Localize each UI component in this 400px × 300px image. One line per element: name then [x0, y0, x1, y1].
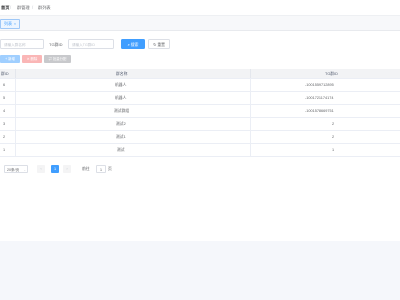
cell-id: 3 — [3, 122, 6, 126]
breadcrumb-home[interactable]: 首页 — [1, 5, 9, 11]
tg-id-input[interactable]: 请输入TG群ID — [68, 39, 114, 49]
cell-id: 4 — [3, 109, 6, 113]
plus-icon: + — [5, 57, 8, 61]
refresh-icon: ↻ — [153, 43, 157, 47]
group-name-input[interactable]: 请输入群名称 — [0, 39, 44, 49]
search-icon: ⌕ — [127, 43, 130, 47]
column-header-tgid: TG群ID — [325, 71, 338, 76]
page-size-value: 20条/页 — [7, 168, 20, 172]
goto-label: 前往 — [82, 167, 90, 171]
search-button-label: 搜索 — [130, 43, 139, 47]
add-button[interactable]: + 新增 — [0, 55, 20, 63]
content-panel: 请输入群名称 TG群ID 请输入TG群ID ⌕ 搜索 ↻ 重置 + 新增 ✕ 删… — [0, 31, 400, 241]
table-row[interactable]: 6 机器人 -1001559712895 — [0, 79, 400, 92]
page-size-select[interactable]: 20条/页 ⌄ — [4, 165, 28, 173]
cell-tgid: -1001559712895 — [305, 83, 334, 87]
prev-page-button[interactable]: ‹ — [37, 165, 45, 173]
table-row[interactable]: 2 测试1 2 — [0, 131, 400, 144]
column-divider — [15, 69, 16, 78]
chevron-down-icon: ⌄ — [23, 168, 26, 172]
chevron-right-icon: › — [66, 166, 68, 171]
tags-view: 列表 × — [0, 16, 400, 31]
cell-id: 2 — [3, 135, 6, 139]
table-header: 群ID 群名称 TG群ID — [0, 69, 400, 79]
next-page-button[interactable]: › — [63, 165, 71, 173]
cell-name: 测试 — [117, 148, 125, 152]
cell-id: 1 — [3, 148, 6, 152]
cell-tgid: 2 — [332, 135, 335, 139]
assign-icon: ⇄ — [48, 57, 52, 61]
main-content: 请输入群名称 TG群ID 请输入TG群ID ⌕ 搜索 ↻ 重置 + 新增 ✕ 删… — [0, 31, 400, 300]
add-button-label: 新增 — [8, 57, 15, 61]
cell-id: 6 — [3, 83, 6, 87]
breadcrumb-group-management[interactable]: 群管理 — [17, 5, 30, 11]
cell-id: 5 — [3, 96, 6, 100]
delete-button[interactable]: ✕ 删除 — [22, 55, 42, 63]
breadcrumb-separator: / — [10, 5, 12, 10]
chevron-left-icon: ‹ — [40, 166, 42, 171]
breadcrumb-group-list: 群列表 — [38, 5, 51, 10]
cell-name: 测试群组 — [114, 109, 130, 113]
breadcrumb-separator: / — [32, 5, 34, 10]
breadcrumb: 首页 / 群管理 / 群列表 — [0, 0, 400, 16]
trash-icon: ✕ — [26, 57, 30, 61]
page-unit-label: 页 — [108, 167, 112, 171]
goto-page-input[interactable]: 1 — [96, 165, 106, 173]
table-row[interactable]: 4 测试群组 -1001578669751 — [0, 105, 400, 118]
column-divider — [250, 69, 251, 78]
cell-tgid: -1001721174174 — [305, 96, 334, 100]
batch-assign-button-label: 批量分配 — [52, 57, 67, 61]
reset-button[interactable]: ↻ 重置 — [148, 39, 170, 49]
tag-label: 列表 — [4, 21, 12, 26]
cell-tgid: -1001578669751 — [305, 109, 334, 113]
delete-button-label: 删除 — [30, 57, 38, 61]
table-row[interactable]: 1 测试 1 — [0, 144, 400, 157]
reset-button-label: 重置 — [157, 43, 165, 47]
page-number-current[interactable]: 1 — [51, 165, 59, 173]
table-row[interactable]: 5 机器人 -1001721174174 — [0, 92, 400, 105]
column-header-id: 群ID — [1, 71, 9, 76]
cell-name: 机器人 — [115, 96, 127, 100]
search-button[interactable]: ⌕ 搜索 — [121, 39, 145, 49]
cell-name: 机器人 — [115, 83, 127, 87]
tg-id-label: TG群ID — [49, 42, 63, 47]
tag-group-list[interactable]: 列表 × — [0, 19, 21, 29]
column-header-name: 群名称 — [116, 71, 128, 76]
cell-name: 测试1 — [116, 135, 126, 139]
pagination: 20条/页 ⌄ ‹ 1 › 前往 1 页 — [0, 164, 400, 174]
batch-assign-button[interactable]: ⇄ 批量分配 — [44, 55, 71, 63]
cell-tgid: 1 — [332, 148, 335, 152]
cell-name: 测试2 — [116, 122, 126, 126]
table-row[interactable]: 3 测试2 2 — [0, 118, 400, 131]
cell-tgid: 2 — [332, 122, 335, 126]
close-icon[interactable]: × — [14, 22, 16, 26]
